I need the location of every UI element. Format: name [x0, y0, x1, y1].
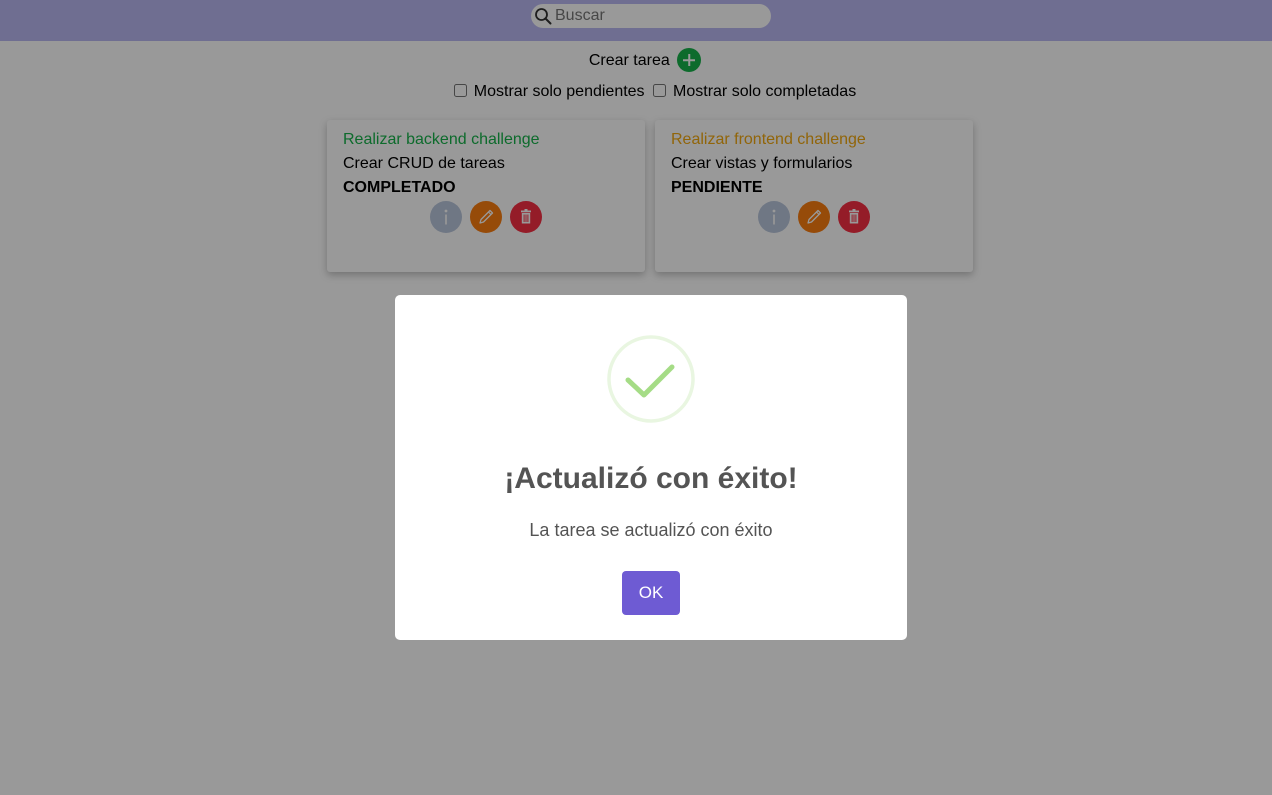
success-dialog: ¡Actualizó con éxito! La tarea se actual…: [395, 295, 907, 640]
dialog-title: ¡Actualizó con éxito!: [504, 462, 798, 495]
dialog-message: La tarea se actualizó con éxito: [529, 520, 773, 540]
checkmark-icon: [607, 335, 695, 423]
ok-button[interactable]: OK: [622, 571, 680, 615]
